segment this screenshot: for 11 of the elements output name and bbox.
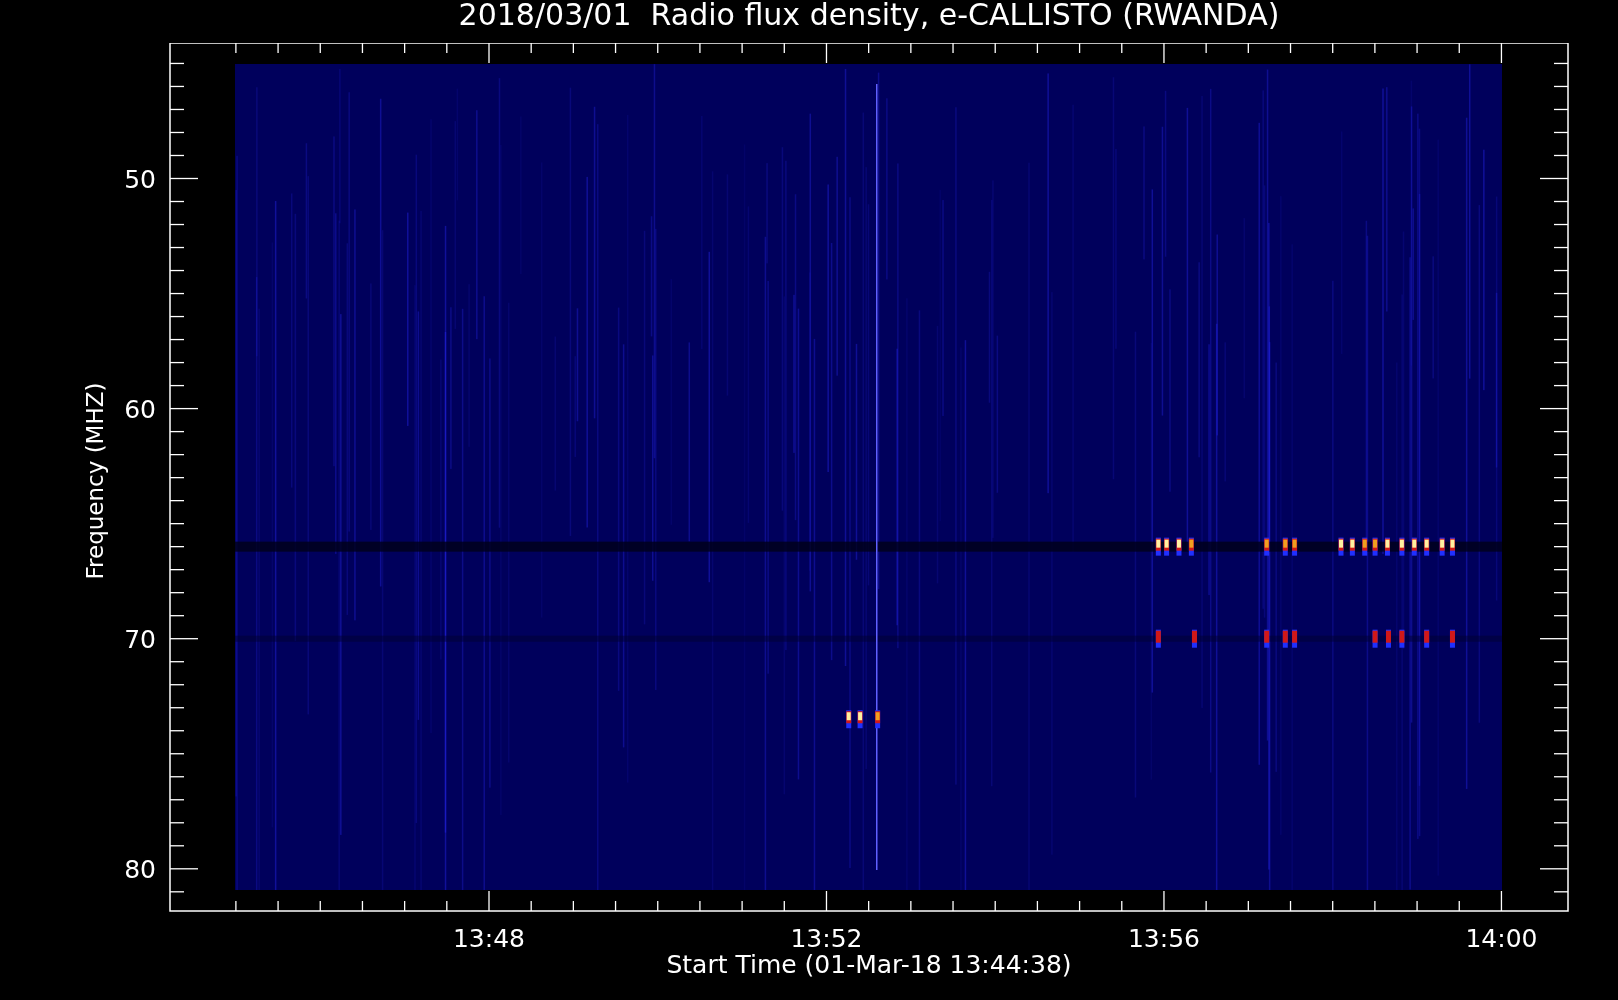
tick-label: 13:48 [453, 924, 525, 953]
x-axis-label: Start Time (01-Mar-18 13:44:38) [666, 950, 1072, 980]
y-axis-label: Frequency (MHZ) [82, 382, 108, 580]
plot-title: 2018/03/01 Radio flux density, e-CALLISTO (RWANDA) [458, 0, 1280, 34]
tick-label: 13:56 [1127, 924, 1200, 953]
tick-label: 50 [124, 164, 156, 194]
tick-label: 13:52 [790, 924, 863, 953]
tick-label: 80 [124, 854, 156, 884]
tick-label: 70 [124, 624, 156, 654]
tick-label: 14:00 [1465, 924, 1538, 953]
tick-label: 60 [124, 394, 156, 424]
